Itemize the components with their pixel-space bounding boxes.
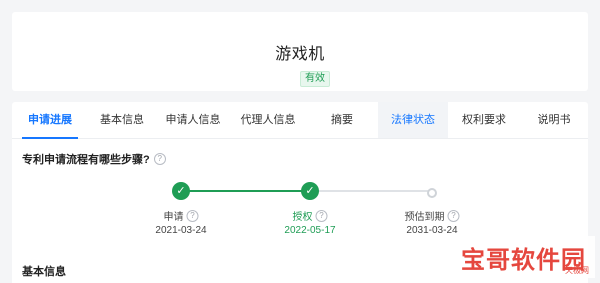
tab-agent-info[interactable]: 代理人信息 [230,102,306,138]
detail-tabs: 申请进展 基本信息 申请人信息 代理人信息 摘要 法律状态 权利要求 说明书 [12,102,588,139]
help-icon[interactable]: ? [315,209,328,222]
tab-basic-info[interactable]: 基本信息 [88,102,156,138]
step-date-grant: 2022-05-17 [284,225,336,236]
progress-line-pending [310,190,430,192]
check-icon: ✓ [172,182,190,200]
step-label-text: 预估到期 [404,212,445,223]
step-label-grant: 授权 ? [293,208,328,223]
step-date-expiry: 2031-03-24 [406,225,458,236]
tab-description[interactable]: 说明书 [520,102,588,138]
pending-circle-icon [427,188,437,198]
step-label-text: 申请 [163,212,184,223]
step-label-apply: 申请 ? [164,208,199,223]
help-icon[interactable]: ? [153,153,166,165]
tab-application-progress[interactable]: 申请进展 [12,102,88,139]
tab-applicant-info[interactable]: 申请人信息 [156,102,230,138]
process-question: 专利申请流程有哪些步骤? ? [22,151,166,167]
watermark-logo: 宝哥软件园 天极网 [455,236,595,278]
help-icon[interactable]: ? [186,209,199,222]
tab-abstract[interactable]: 摘要 [306,102,378,138]
step-date-apply: 2021-03-24 [155,225,207,236]
watermark-subtext: 天极网 [565,266,589,275]
step-label-text: 授权 [292,212,313,223]
section-title-basic-info: 基本信息 [22,266,66,278]
patent-header-card: 游戏机 有效 [12,12,588,91]
status-badge: 有效 [300,71,330,87]
help-icon[interactable]: ? [447,209,460,222]
step-label-expiry: 预估到期 ? [405,208,460,223]
check-icon: ✓ [301,182,319,200]
patent-title: 游戏机 [275,46,325,63]
process-question-text: 专利申请流程有哪些步骤? [22,154,150,166]
tab-legal-status[interactable]: 法律状态 [378,102,448,138]
progress-line-complete [180,190,304,192]
tab-claims[interactable]: 权利要求 [448,102,520,138]
